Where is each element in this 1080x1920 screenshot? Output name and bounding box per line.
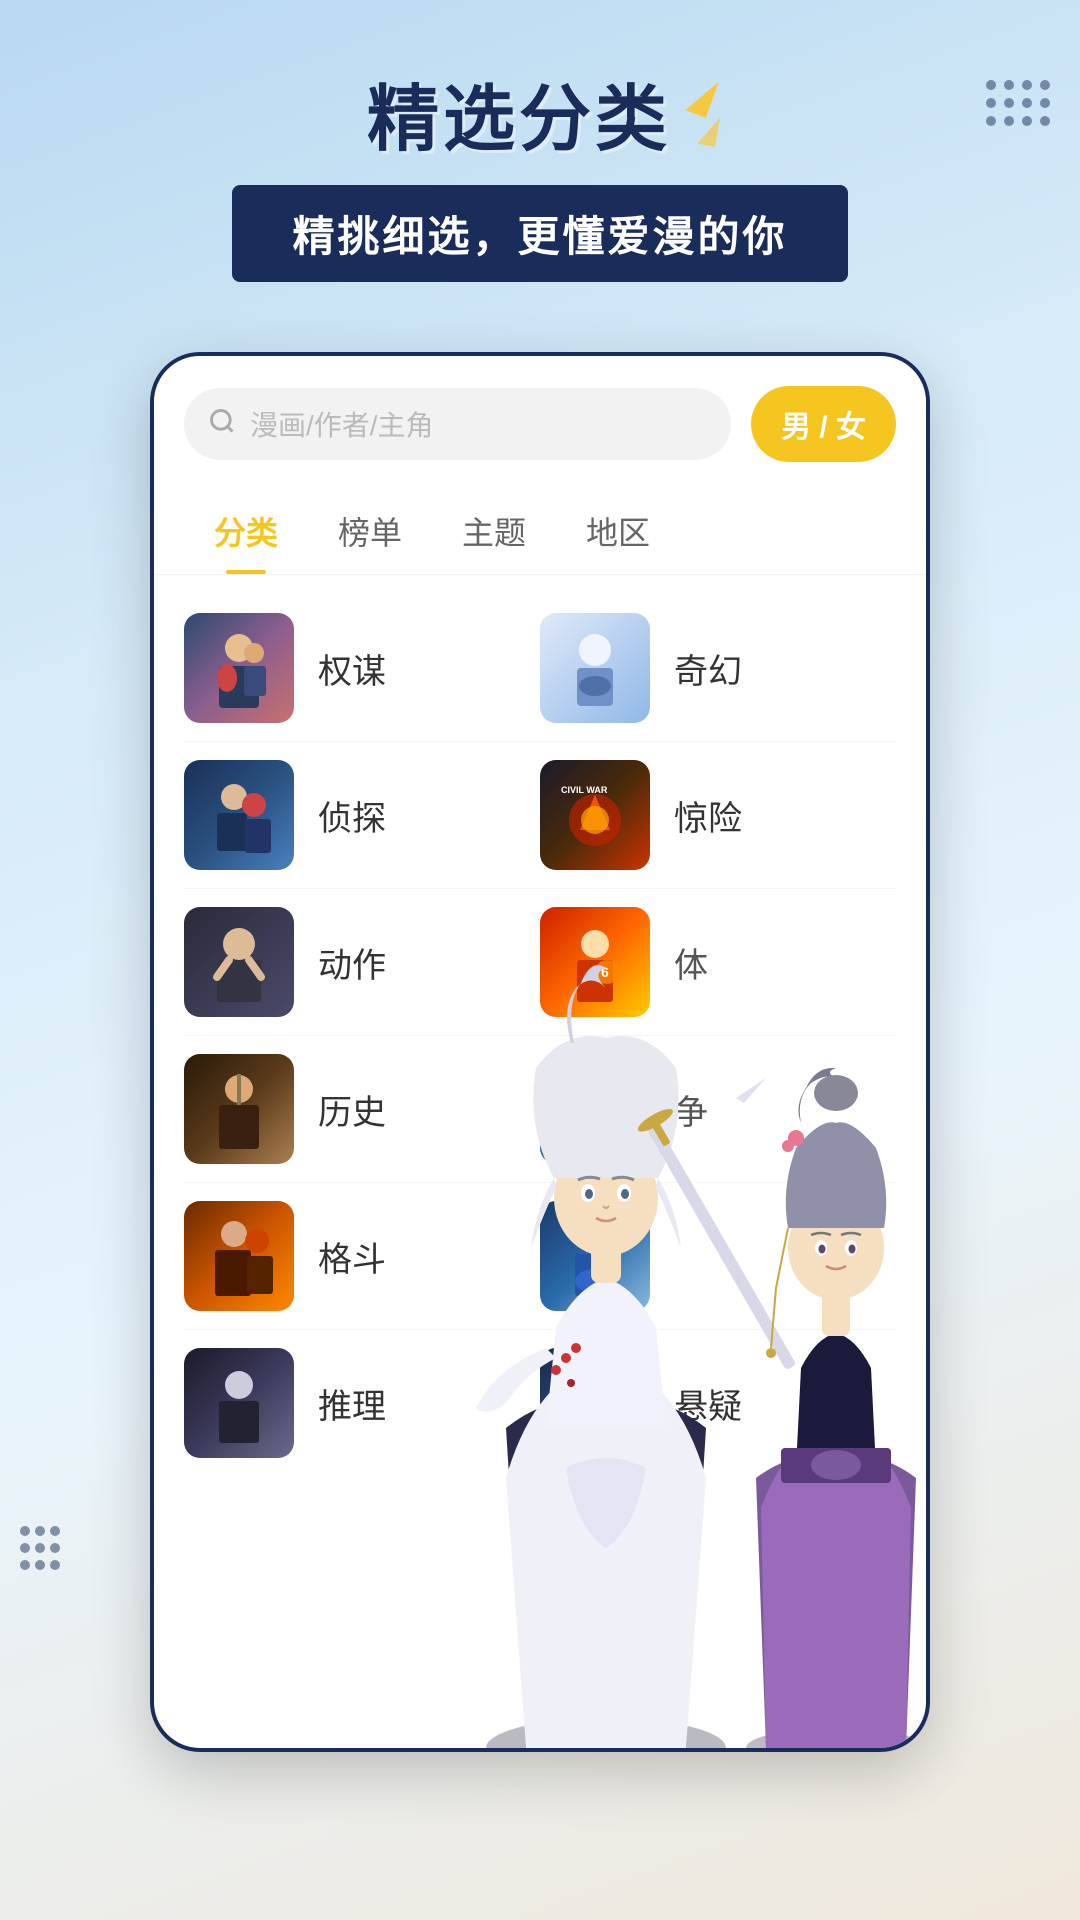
cat-label-zhentan: 侦探: [318, 791, 386, 840]
category-row-5: 格斗: [184, 1183, 896, 1330]
cat-thumb-yiyi: [540, 1348, 650, 1458]
search-area: 漫画/作者/主角 男 / 女: [154, 356, 926, 482]
cat-label-dongzuo: 动作: [318, 938, 386, 987]
cat-item-zhan[interactable]: 争: [540, 1054, 896, 1164]
cat-thumb-dongzuo: [184, 907, 294, 1017]
cat-label-tuili: 推理: [318, 1379, 386, 1428]
cat-label-zhan: 争: [674, 1085, 708, 1134]
subtitle-banner: 精挑细选，更懂爱漫的你: [232, 185, 847, 282]
tab-region[interactable]: 地区: [556, 492, 680, 574]
header-area: 精选分类 精挑细选，更懂爱漫的你: [0, 0, 1080, 312]
cat-thumb-qihuan: [540, 613, 650, 723]
gender-toggle-button[interactable]: 男 / 女: [751, 386, 896, 462]
cat-thumb-gedou2: [540, 1201, 650, 1311]
category-row-1: 权谋 奇幻: [184, 595, 896, 742]
cat-item-quanmou[interactable]: 权谋: [184, 613, 540, 723]
category-row-4: 历史 争: [184, 1036, 896, 1183]
cat-label-qihuan: 奇幻: [674, 644, 742, 693]
search-box[interactable]: 漫画/作者/主角: [184, 388, 731, 460]
cat-thumb-jingxian: CIVIL WAR: [540, 760, 650, 870]
cat-label-yiyi: 悬疑: [674, 1379, 742, 1428]
search-icon: [208, 407, 236, 442]
tab-theme[interactable]: 主题: [432, 492, 556, 574]
search-placeholder-text: 漫画/作者/主角: [250, 404, 434, 444]
cat-item-jingxian[interactable]: CIVIL WAR 惊险: [540, 760, 896, 870]
cat-thumb-tuili: [184, 1348, 294, 1458]
cat-item-tiyu[interactable]: 6 体: [540, 907, 896, 1017]
cat-item-qihuan[interactable]: 奇幻: [540, 613, 896, 723]
phone-frame: 漫画/作者/主角 男 / 女 分类 榜单 主题 地区: [150, 352, 930, 1752]
cat-thumb-lishi: [184, 1054, 294, 1164]
tab-bar: 分类 榜单 主题 地区: [154, 482, 926, 575]
cat-label-quanmou: 权谋: [318, 644, 386, 693]
subtitle-text: 精挑细选，更懂爱漫的你: [292, 213, 787, 260]
cat-item-gedou2[interactable]: [540, 1201, 896, 1311]
arrow-decoration-icon: [691, 77, 713, 149]
cat-item-yiyi[interactable]: 悬疑: [540, 1348, 896, 1458]
category-row-6: 推理 悬疑: [184, 1330, 896, 1476]
category-row-2: 侦探 CIVIL WAR 惊险: [184, 742, 896, 889]
cat-thumb-zhentan: [184, 760, 294, 870]
cat-item-gedou[interactable]: 格斗: [184, 1201, 540, 1311]
cat-label-tiyu: 体: [674, 938, 708, 987]
cat-thumb-tiyu: 6: [540, 907, 650, 1017]
cat-item-tuili[interactable]: 推理: [184, 1348, 540, 1458]
main-title: 精选分类: [367, 60, 671, 165]
cat-item-zhentan[interactable]: 侦探: [184, 760, 540, 870]
svg-text:6: 6: [601, 964, 609, 980]
cat-item-dongzuo[interactable]: 动作: [184, 907, 540, 1017]
category-row-3: 动作 6 体: [184, 889, 896, 1036]
title-row: 精选分类: [80, 60, 1000, 165]
cat-label-gedou: 格斗: [318, 1232, 386, 1281]
cat-thumb-quanmou: [184, 613, 294, 723]
cat-label-lishi: 历史: [318, 1085, 386, 1134]
cat-item-lishi[interactable]: 历史: [184, 1054, 540, 1164]
category-list: 权谋 奇幻: [154, 575, 926, 1496]
cat-thumb-zhan: [540, 1054, 650, 1164]
tab-category[interactable]: 分类: [184, 492, 308, 574]
cat-thumb-gedou: [184, 1201, 294, 1311]
cat-label-jingxian: 惊险: [674, 791, 742, 840]
decorative-dots-bottom-left: [20, 1526, 58, 1570]
tab-ranking[interactable]: 榜单: [308, 492, 432, 574]
svg-text:CIVIL WAR: CIVIL WAR: [561, 785, 608, 795]
